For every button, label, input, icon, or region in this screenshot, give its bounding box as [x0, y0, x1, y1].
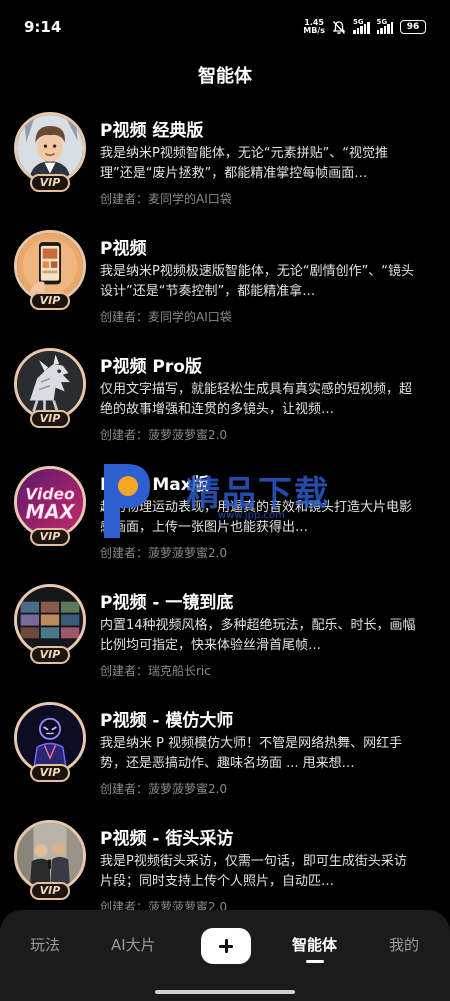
list-item[interactable]: Video MAX VIP P视频 Max版 越的物理运动表现，用逼真的音效和镜… [0, 458, 450, 576]
cartoon-man-avatar-icon [17, 115, 83, 181]
page-title: 智能体 [198, 66, 252, 87]
agent-title: P视频 - 一镜到底 [100, 593, 234, 613]
avatar: VIP [14, 112, 86, 194]
tab-ai-movie[interactable]: AI大片 [111, 934, 156, 955]
status-icons: 1.45 MB/s 5G 5G 96 [303, 18, 426, 36]
bottom-tab-bar: 玩法 AI大片 智能体 我的 [0, 910, 450, 1001]
agent-title: P视频 Pro版 [100, 357, 202, 377]
agent-description: 我是纳米P视频智能体，无论“元素拼贴”、“视觉推理”还是“废片拯救”，都能精准掌… [100, 146, 389, 181]
avatar: VIP [14, 702, 86, 784]
status-time: 9:14 [24, 18, 62, 36]
avatar: VIP [14, 230, 86, 312]
agent-description: 内置14种视频风格，多种超绝玩法，配乐、时长，画幅比例均可指定，快来体验丝滑首尾… [100, 618, 416, 653]
vip-badge: VIP [30, 882, 70, 900]
vip-badge: VIP [30, 292, 70, 310]
video-wall-avatar-icon [17, 587, 83, 653]
agent-description: 我是纳米 P 视频模仿大师！不管是网络热舞、网红手势，还是恶搞动作、趣味名场面 … [100, 736, 403, 771]
agent-description: 我是纳米P视频极速版智能体，无论“剧情创作”、“镜头设计”还是“节奏控制”，都能… [100, 264, 415, 299]
signal-icon: 5G [353, 18, 370, 34]
status-bar: 9:14 1.45 MB/s 5G 5G 96 [0, 0, 450, 56]
tab-play[interactable]: 玩法 [30, 934, 60, 955]
agent-creator: 创建者：菠萝菠萝蜜2.0 [100, 428, 228, 442]
svg-text:MAX: MAX [26, 501, 76, 524]
network-speed: 1.45 MB/s [303, 18, 325, 35]
bell-off-icon [332, 20, 346, 34]
avatar: Video MAX VIP [14, 466, 86, 548]
list-item[interactable]: VIP P视频 - 一镜到底 内置14种视频风格，多种超绝玩法，配乐、时长，画幅… [0, 576, 450, 694]
vip-badge: VIP [30, 174, 70, 192]
agent-title: P视频 - 街头采访 [100, 829, 234, 849]
video-max-logo-icon: Video MAX [17, 469, 83, 535]
list-item[interactable]: VIP P视频 - 模仿大师 我是纳米 P 视频模仿大师！不管是网络热舞、网红手… [0, 694, 450, 812]
neon-figure-avatar-icon [17, 705, 83, 771]
signal-icon: 5G [376, 18, 393, 34]
list-item[interactable]: VIP P视频 经典版 我是纳米P视频智能体，无论“元素拼贴”、“视觉推理”还是… [0, 104, 450, 222]
agent-description: 仅用文字描写，就能轻松生成具有真实感的短视频，超绝的故事增强和连贯的多镜头，让视… [100, 382, 413, 417]
vip-badge: VIP [30, 646, 70, 664]
street-interview-avatar-icon [17, 823, 83, 889]
agent-title: P视频 Max版 [100, 475, 209, 495]
phone-app-avatar-icon [17, 233, 83, 299]
list-item[interactable]: VIP P视频 我是纳米P视频极速版智能体，无论“剧情创作”、“镜头设计”还是“… [0, 222, 450, 340]
mech-dragon-avatar-icon [17, 351, 83, 417]
active-tab-indicator [306, 960, 324, 963]
avatar: VIP [14, 820, 86, 902]
agent-creator: 创建者：麦同学的AI口袋 [100, 310, 232, 324]
agent-creator: 创建者：瑞克船长ric [100, 664, 211, 678]
agent-creator: 创建者：麦同学的AI口袋 [100, 192, 232, 206]
battery-icon: 96 [400, 20, 426, 34]
agent-title: P视频 [100, 239, 147, 259]
tab-agents[interactable]: 智能体 [292, 934, 337, 955]
agent-creator: 创建者：菠萝菠萝蜜2.0 [100, 546, 228, 560]
vip-badge: VIP [30, 528, 70, 546]
agent-title: P视频 经典版 [100, 121, 204, 141]
vip-badge: VIP [30, 410, 70, 428]
agent-title: P视频 - 模仿大师 [100, 711, 234, 731]
avatar: VIP [14, 348, 86, 430]
create-button[interactable] [201, 928, 251, 964]
agent-description: 我是P视频街头采访，仅需一句话，即可生成街头采访片段；同时支持上传个人照片，自动… [100, 854, 407, 889]
home-indicator [155, 990, 295, 994]
avatar: VIP [14, 584, 86, 666]
agent-description: 越的物理运动表现，用逼真的音效和镜头打造大片电影感画面，上传一张图片也能获得出… [100, 500, 413, 535]
vip-badge: VIP [30, 764, 70, 782]
list-item[interactable]: VIP P视频 Pro版 仅用文字描写，就能轻松生成具有真实感的短视频，超绝的故… [0, 340, 450, 458]
agent-creator: 创建者：菠萝菠萝蜜2.0 [100, 782, 228, 796]
tab-me[interactable]: 我的 [389, 934, 419, 955]
